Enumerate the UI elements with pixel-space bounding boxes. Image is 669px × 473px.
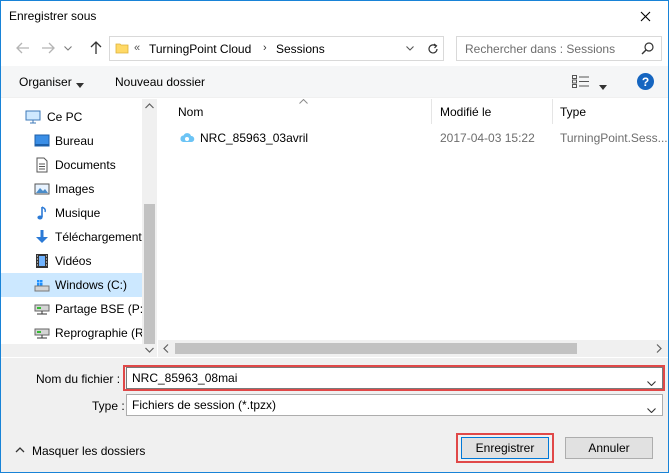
arrow-up-icon — [90, 41, 102, 54]
new-folder-button[interactable]: Nouveau dossier — [115, 75, 205, 89]
save-form: Nom du fichier : NRC_85963_08mai Type : … — [1, 358, 668, 472]
filename-label: Nom du fichier : — [36, 372, 121, 386]
type-label: Type : — [92, 399, 125, 413]
arrow-left-icon — [16, 42, 29, 54]
scroll-down-icon — [145, 347, 154, 353]
chevron-up-icon[interactable] — [15, 444, 25, 458]
sidebar-item-label: Vidéos — [55, 254, 92, 268]
chevron-down-icon[interactable] — [647, 402, 656, 416]
chevron-down-icon[interactable] — [647, 375, 656, 389]
sidebar-item-reprographie[interactable]: Reprographie (R: — [1, 321, 142, 345]
filename-field[interactable]: NRC_85963_08mai — [126, 367, 663, 389]
scroll-up-icon — [145, 103, 154, 109]
sidebar-item-label: Musique — [55, 206, 101, 220]
sidebar-item-partage-bse[interactable]: Partage BSE (P:) — [1, 297, 142, 321]
file-list-horizontal-scrollbar[interactable] — [158, 340, 668, 357]
music-icon — [34, 205, 50, 221]
cancel-button[interactable]: Annuler — [565, 437, 653, 459]
videos-icon — [34, 253, 50, 269]
sidebar-item-images[interactable]: Images — [1, 177, 142, 201]
caret-down-icon[interactable] — [599, 79, 607, 93]
navigation-bar: « TurningPoint Cloud › Sessions Recherch… — [1, 34, 668, 64]
navigation-pane: Ce PC Bureau Documents Images Musique Té… — [1, 99, 157, 357]
scrollbar-thumb[interactable] — [175, 343, 577, 354]
search-placeholder: Rechercher dans : Sessions — [465, 42, 616, 56]
sidebar-item-desktop[interactable]: Bureau — [1, 129, 142, 153]
arrow-right-icon — [42, 42, 55, 54]
refresh-button[interactable] — [421, 37, 443, 60]
sidebar-item-label: Images — [55, 182, 95, 196]
sidebar-item-videos[interactable]: Vidéos — [1, 249, 142, 273]
breadcrumb-separator[interactable]: › — [263, 42, 267, 54]
details-view-icon — [572, 75, 589, 88]
save-button[interactable]: Enregistrer — [461, 437, 549, 459]
window-title: Enregistrer sous — [9, 9, 97, 23]
recent-locations-button[interactable] — [61, 38, 75, 58]
file-name: NRC_85963_03avril — [200, 131, 309, 145]
refresh-icon — [427, 43, 438, 53]
caret-down-icon[interactable] — [76, 77, 84, 91]
sidebar-item-music[interactable]: Musique — [1, 201, 142, 225]
desktop-icon — [34, 133, 50, 149]
file-modified: 2017-04-03 15:22 — [440, 131, 535, 145]
sidebar-item-documents[interactable]: Documents — [1, 153, 142, 177]
cancel-button-label: Annuler — [588, 441, 630, 455]
sidebar-item-label: Windows (C:) — [55, 278, 128, 292]
network-drive-icon — [34, 325, 50, 341]
drive-icon — [34, 277, 50, 293]
scrollbar-thumb[interactable] — [144, 204, 155, 344]
scroll-right-icon — [656, 344, 662, 353]
scroll-left-icon — [163, 344, 169, 353]
address-dropdown-button[interactable] — [400, 37, 420, 60]
chevron-down-icon — [406, 46, 414, 51]
documents-icon — [34, 157, 50, 173]
view-options-button[interactable] — [572, 75, 590, 91]
images-icon — [34, 181, 50, 197]
command-toolbar: Organiser Nouveau dossier ? — [1, 66, 668, 98]
sidebar-item-label: Bureau — [55, 134, 94, 148]
network-drive-icon — [34, 301, 50, 317]
sort-ascending-icon — [299, 99, 308, 104]
sidebar-item-windows-c[interactable]: Windows (C:) — [1, 273, 142, 297]
file-type-value: Fichiers de session (*.tpzx) — [132, 398, 277, 412]
close-button[interactable] — [622, 1, 668, 31]
navigation-horizontal-scrollbar[interactable] — [1, 344, 142, 357]
overflow-chevron[interactable]: « — [134, 42, 140, 54]
search-icon[interactable] — [641, 41, 655, 58]
save-button-label: Enregistrer — [475, 441, 535, 455]
computer-icon — [25, 109, 41, 125]
up-button[interactable] — [86, 38, 106, 58]
address-bar[interactable]: « TurningPoint Cloud › Sessions — [109, 36, 444, 61]
back-button[interactable] — [13, 38, 33, 58]
column-divider[interactable] — [552, 99, 553, 124]
sidebar-item-label: Partage BSE (P:) — [55, 302, 142, 316]
filename-value[interactable]: NRC_85963_08mai — [132, 371, 237, 385]
forward-button[interactable] — [38, 38, 58, 58]
save-as-dialog: Enregistrer sous « TurningPoint Cloud › … — [0, 0, 669, 473]
download-icon — [34, 229, 50, 245]
sidebar-item-this-pc[interactable]: Ce PC — [1, 105, 142, 129]
sidebar-item-label: Ce PC — [47, 110, 83, 124]
file-type: TurningPoint.Sess... — [560, 131, 668, 145]
title-bar: Enregistrer sous — [1, 1, 668, 31]
sidebar-item-label: Documents — [55, 158, 116, 172]
file-type-select[interactable]: Fichiers de session (*.tpzx) — [126, 394, 663, 416]
breadcrumb-turningpoint-cloud[interactable]: TurningPoint Cloud — [149, 42, 251, 56]
column-divider[interactable] — [431, 99, 432, 124]
search-input[interactable]: Rechercher dans : Sessions — [456, 36, 662, 61]
navigation-scrollbar[interactable] — [142, 99, 157, 357]
help-button[interactable]: ? — [637, 73, 654, 90]
folder-icon — [115, 41, 129, 58]
file-list: Nom Modifié le Type NRC_85963_03avril 20… — [158, 99, 668, 357]
breadcrumb-sessions[interactable]: Sessions — [276, 42, 325, 56]
hide-folders-button[interactable]: Masquer les dossiers — [32, 444, 145, 458]
sidebar-item-downloads[interactable]: Téléchargements — [1, 225, 142, 249]
chevron-down-icon — [64, 45, 72, 51]
sidebar-item-label: Reprographie (R: — [55, 326, 142, 340]
cloud-file-icon — [179, 131, 195, 146]
table-row[interactable]: NRC_85963_03avril 2017-04-03 15:22 Turni… — [174, 127, 668, 149]
sidebar-item-label: Téléchargements — [55, 230, 142, 244]
organize-button[interactable]: Organiser — [19, 75, 72, 89]
close-icon — [640, 11, 650, 21]
